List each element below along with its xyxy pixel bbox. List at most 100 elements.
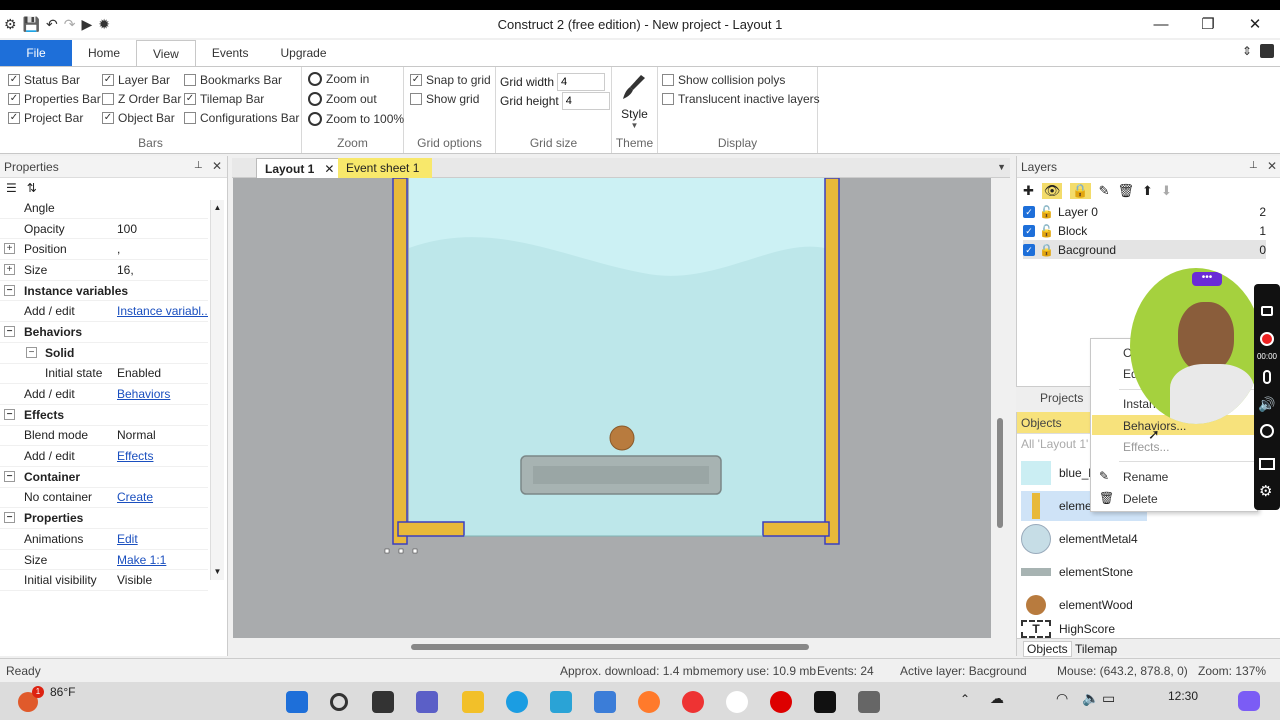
close-tab-icon[interactable]: ✕ <box>324 162 334 176</box>
clock-time[interactable]: 12:30 <box>1168 689 1198 703</box>
edit-layer-icon[interactable]: ✎ <box>1099 183 1110 199</box>
webcam-toggle-icon[interactable] <box>1260 424 1274 438</box>
tab-event-sheet-1[interactable]: Event sheet 1 <box>338 158 432 178</box>
property-value[interactable]: Enabled <box>114 366 208 380</box>
property-value[interactable]: 100 <box>114 222 208 236</box>
properties-close-icon[interactable]: ✕ <box>212 159 222 173</box>
horizontal-scroll-thumb[interactable] <box>411 644 809 650</box>
lock-icon[interactable]: 🔒 <box>1039 243 1054 257</box>
status-bar-checkbox[interactable]: ✓ Status Bar <box>8 73 80 87</box>
right-floor-block[interactable] <box>762 521 830 537</box>
search-icon[interactable] <box>330 693 348 711</box>
teams-icon[interactable] <box>416 691 438 713</box>
property-link[interactable]: Create <box>114 490 208 504</box>
layer-visible-checkbox[interactable]: ✓ <box>1023 243 1035 256</box>
layer-bar-checkbox[interactable]: ✓ Layer Bar <box>102 73 170 87</box>
object-item-highscore[interactable]: T HighScore <box>1021 620 1115 638</box>
collapse-icon[interactable]: − <box>4 284 15 296</box>
properties-bar-checkbox[interactable]: ✓ Properties Bar <box>8 92 101 106</box>
object-item-element-stone[interactable]: elementStone <box>1021 557 1133 587</box>
property-value[interactable]: Normal <box>114 428 208 442</box>
firefox-icon[interactable] <box>638 691 660 713</box>
left-floor-block[interactable] <box>397 521 465 537</box>
move-layer-up-icon[interactable]: ⬆ <box>1142 183 1153 199</box>
object-item-element-metal4[interactable]: elementMetal4 <box>1021 524 1138 554</box>
layer-row-bacground[interactable]: ✓ 🔒 Bacground 0 <box>1023 240 1266 259</box>
z-order-bar-checkbox[interactable]: Z Order Bar <box>102 92 181 106</box>
tilemap-bar-checkbox[interactable]: ✓ Tilemap Bar <box>184 92 264 106</box>
settings-gear-icon[interactable]: ⚙ <box>1259 482 1272 500</box>
move-layer-down-icon[interactable]: ⬇ <box>1161 183 1172 199</box>
show-collision-polys-checkbox[interactable]: Show collision polys <box>662 73 785 87</box>
property-link[interactable]: Make 1:1 <box>114 553 208 567</box>
volume-icon[interactable]: 🔈 <box>1082 690 1099 707</box>
undo-icon[interactable]: ↶ <box>46 16 58 33</box>
property-row[interactable]: + Position, <box>0 239 208 261</box>
wifi-icon[interactable]: ◠ <box>1056 690 1068 707</box>
construct-icon[interactable] <box>858 691 880 713</box>
property-link[interactable]: Edit <box>114 532 208 546</box>
collapse-icon[interactable]: − <box>26 346 37 358</box>
property-row[interactable]: Initial visibility Visible <box>0 570 208 592</box>
object-bar-checkbox[interactable]: ✓ Object Bar <box>102 111 175 125</box>
layer-row-layer-0[interactable]: ✓ 🔓 Layer 0 2 <box>1023 202 1266 221</box>
selection-handle[interactable] <box>384 548 390 554</box>
property-row[interactable]: Add / edit Behaviors <box>0 384 208 405</box>
tab-view[interactable]: View <box>136 40 196 66</box>
delete-layer-icon[interactable]: 🗑 <box>1118 183 1135 199</box>
microphone-icon[interactable] <box>1263 370 1271 384</box>
edge-icon[interactable] <box>506 691 528 713</box>
menu-item-delete[interactable]: Delete <box>1123 492 1158 506</box>
selection-handle[interactable] <box>398 548 404 554</box>
grid-height-input[interactable] <box>561 92 610 110</box>
tray-cloud-icon[interactable]: ☁ <box>990 690 1004 707</box>
maximize-button[interactable]: ❐ <box>1185 10 1231 38</box>
collapse-icon[interactable]: − <box>4 408 15 420</box>
property-row[interactable]: − Solid <box>0 343 208 364</box>
expand-icon[interactable]: + <box>4 243 15 255</box>
zoom-out-button[interactable]: Zoom out <box>308 92 377 106</box>
tab-upgrade[interactable]: Upgrade <box>265 40 343 66</box>
property-category[interactable]: − Instance variables <box>0 281 208 302</box>
tab-file[interactable]: File <box>0 40 72 66</box>
configurations-bar-checkbox[interactable]: Configurations Bar <box>184 111 299 125</box>
project-bar-checkbox[interactable]: ✓ Project Bar <box>8 111 83 125</box>
close-button[interactable]: ✕ <box>1232 10 1278 38</box>
help-icon[interactable] <box>1260 44 1274 58</box>
copilot-icon[interactable] <box>1238 691 1260 711</box>
vscode-icon[interactable] <box>550 691 572 713</box>
left-wall[interactable] <box>392 178 408 545</box>
redo-icon[interactable]: ↷ <box>64 16 76 33</box>
sort-alpha-icon[interactable]: ⇅ <box>27 181 37 195</box>
tab-events[interactable]: Events <box>196 40 265 66</box>
pin-icon[interactable]: ⊥ <box>194 160 203 171</box>
opera-icon[interactable] <box>770 691 792 713</box>
layout-canvas[interactable] <box>233 178 991 638</box>
app-icon[interactable] <box>726 691 748 713</box>
property-value[interactable]: Visible <box>114 573 208 587</box>
style-brush-icon[interactable] <box>621 73 647 101</box>
show-grid-checkbox[interactable]: Show grid <box>410 92 479 106</box>
grid-width-input[interactable] <box>557 73 606 91</box>
tab-tilemap[interactable]: Tilemap <box>1075 642 1117 656</box>
property-row[interactable]: Initial state Enabled <box>0 364 208 385</box>
webcam-options-icon[interactable]: ••• <box>1192 272 1222 286</box>
layers-pin-icon[interactable]: ⊥ <box>1249 160 1258 171</box>
property-row[interactable]: No container Create <box>0 488 208 509</box>
translucent-layers-checkbox[interactable]: Translucent inactive layers <box>662 92 820 106</box>
tiktok-icon[interactable] <box>814 691 836 713</box>
object-item-element-wood[interactable]: elementWood <box>1021 590 1133 620</box>
property-link[interactable]: Instance variabl... <box>114 304 208 318</box>
property-row[interactable]: Add / edit Effects <box>0 446 208 467</box>
property-link[interactable]: Behaviors <box>114 387 208 401</box>
tab-layout-1[interactable]: Layout 1 ✕ <box>256 158 344 178</box>
property-row[interactable]: Angle <box>0 198 208 219</box>
layer-row-block[interactable]: ✓ 🔓 Block 1 <box>1023 221 1266 240</box>
property-row[interactable]: Animations Edit <box>0 529 208 550</box>
properties-scrollbar[interactable]: ▲ ▼ <box>210 200 224 580</box>
property-row[interactable]: Size Make 1:1 <box>0 550 208 571</box>
task-view-icon[interactable] <box>372 691 394 713</box>
save-icon[interactable]: 💾 <box>23 16 40 33</box>
record-icon[interactable] <box>1260 332 1274 346</box>
toggle-visibility-icon[interactable]: 👁 <box>1041 183 1063 199</box>
